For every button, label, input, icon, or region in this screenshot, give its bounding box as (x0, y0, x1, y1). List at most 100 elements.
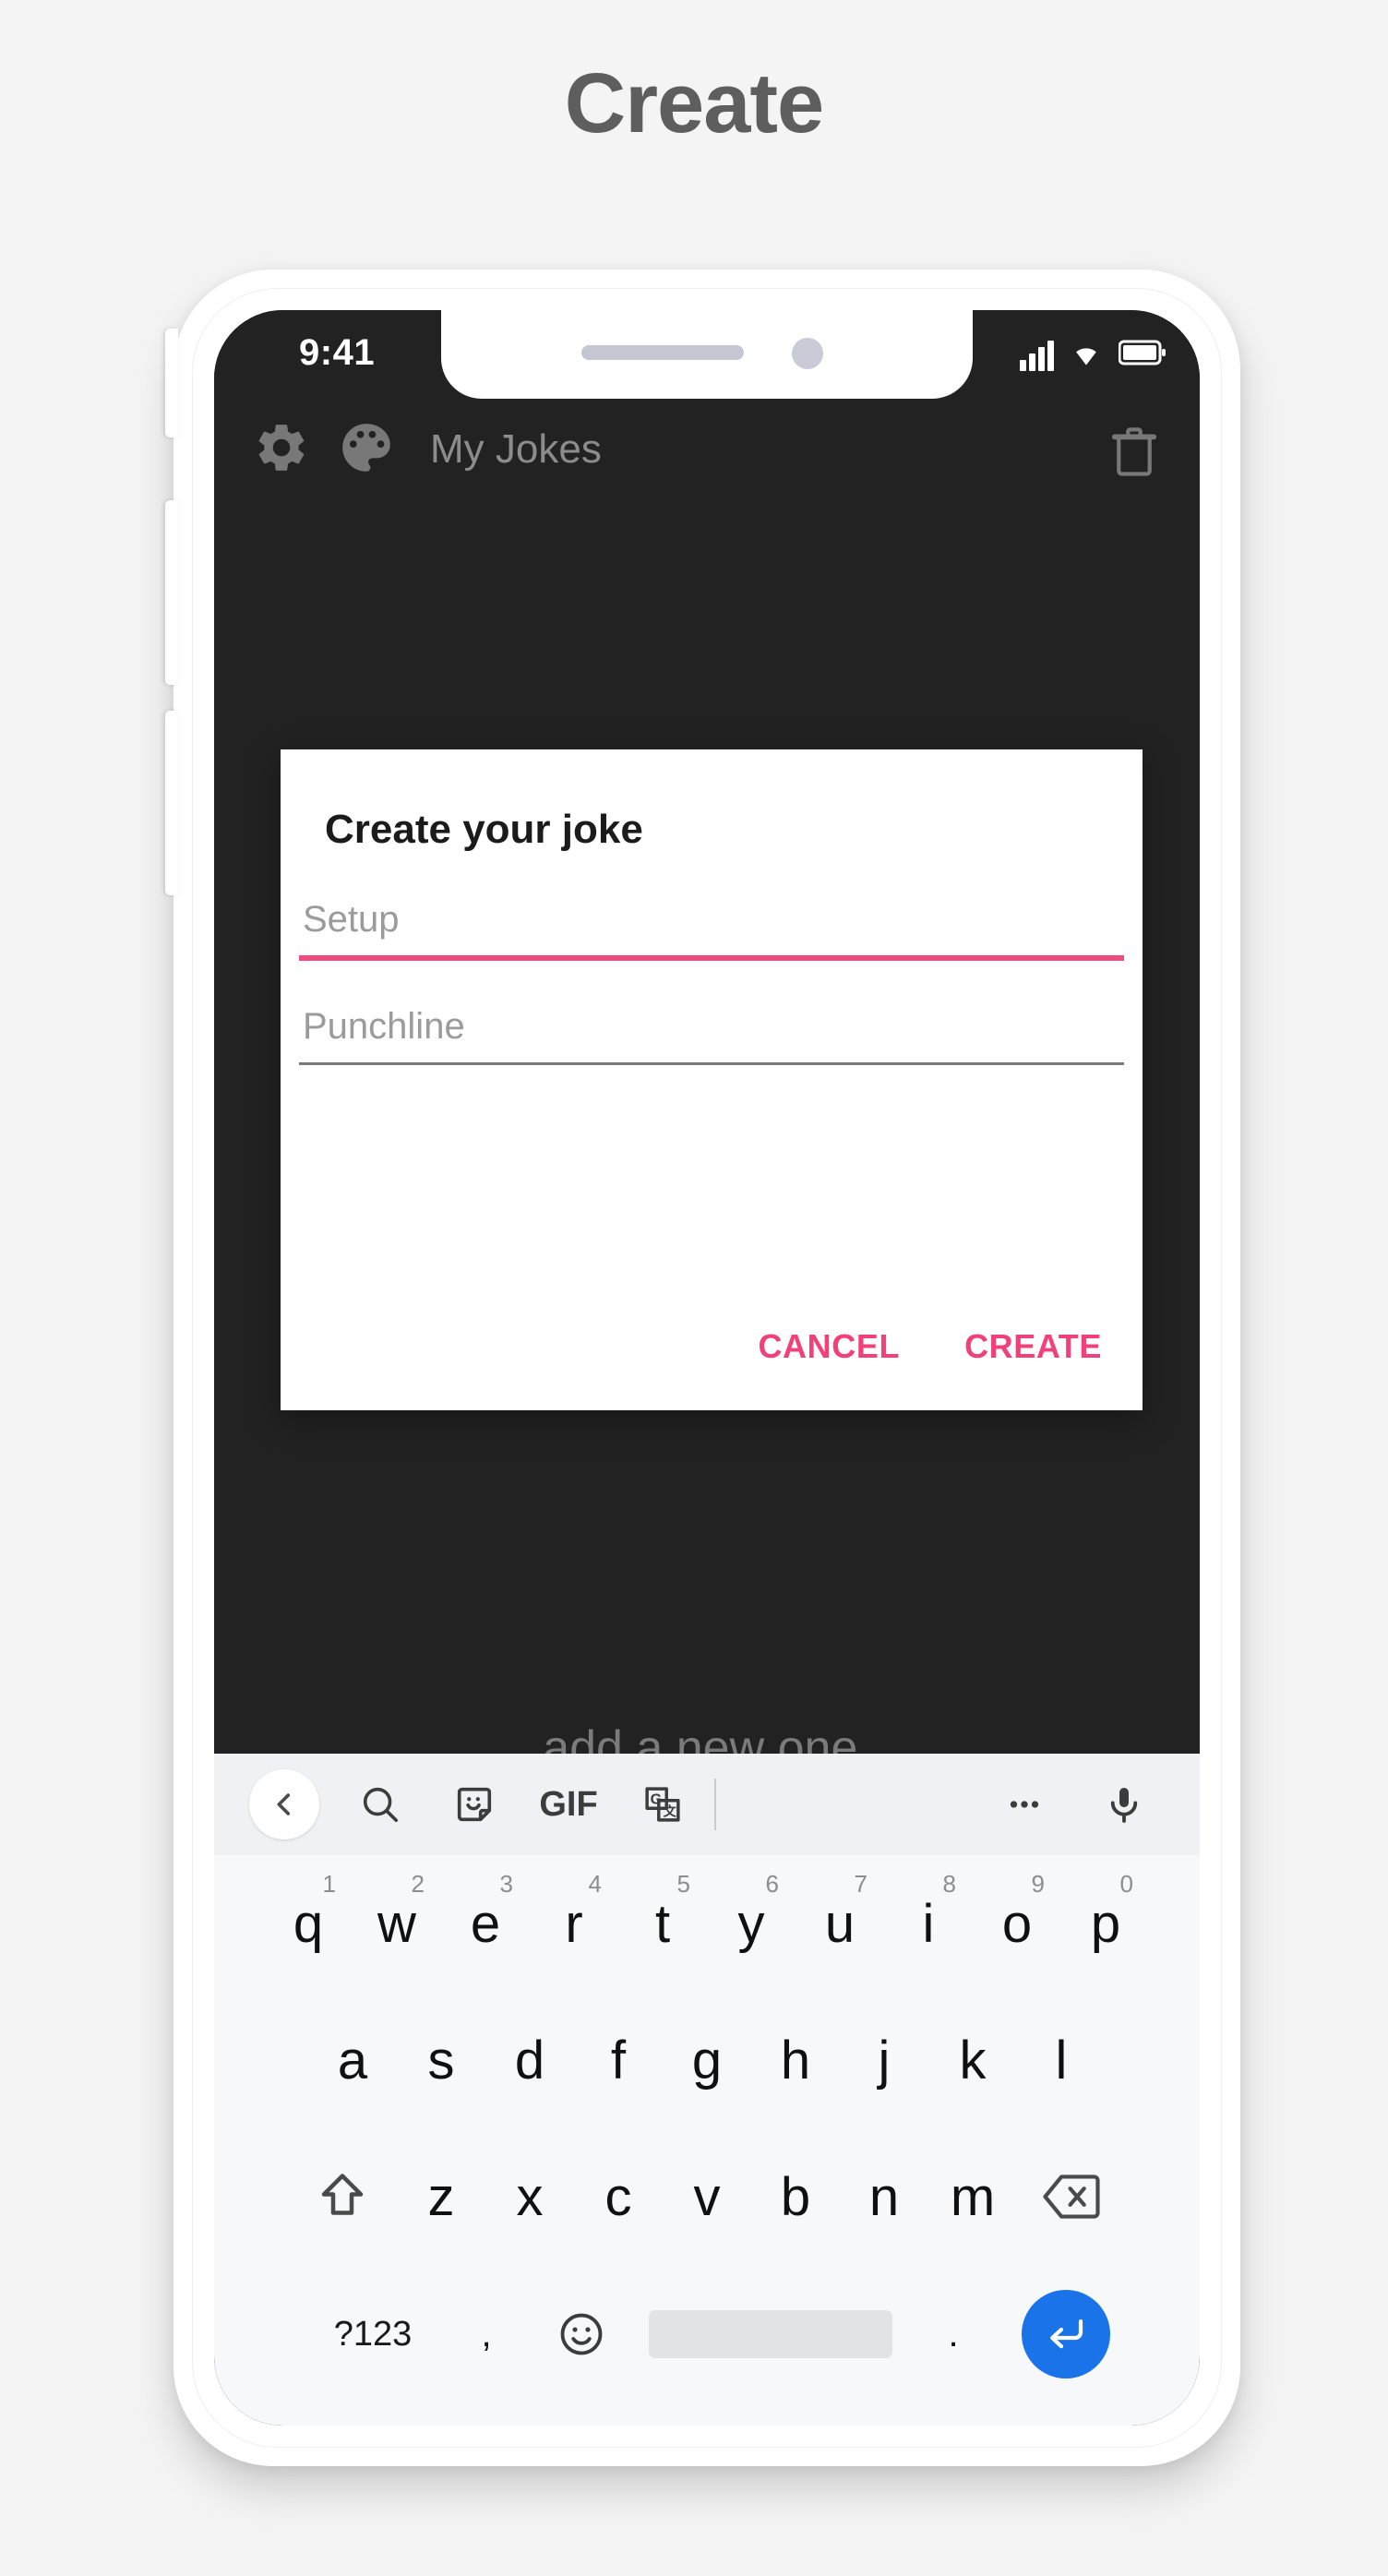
microphone-icon[interactable] (1083, 1769, 1165, 1839)
key-r-label: r (565, 1893, 583, 1954)
app-bar-title: My Jokes (430, 426, 602, 472)
key-e-label: e (470, 1893, 501, 1954)
key-i[interactable]: 8i (884, 1864, 973, 1983)
key-a[interactable]: a (308, 2001, 397, 2119)
gear-icon[interactable] (253, 419, 310, 481)
key-p-number: 0 (1119, 1870, 1133, 1898)
keyboard-row-bottom: ?123 , . (214, 2265, 1200, 2403)
comma-key[interactable]: , (442, 2314, 531, 2355)
emoji-icon[interactable] (531, 2309, 632, 2359)
key-r-number: 4 (588, 1870, 602, 1898)
key-b[interactable]: b (751, 2138, 840, 2256)
key-x[interactable]: x (485, 2138, 574, 2256)
app-bar: My Jokes (214, 401, 1200, 498)
signal-icon (1020, 340, 1054, 371)
volume-down-button[interactable] (165, 711, 178, 895)
search-icon[interactable] (340, 1769, 421, 1839)
translate-icon[interactable]: G 文 (622, 1769, 703, 1839)
key-t[interactable]: 5t (618, 1864, 707, 1983)
key-m[interactable]: m (928, 2138, 1017, 2256)
phone-screen: 9:41 My Jokes add a new one. Create your… (214, 310, 1200, 2426)
gif-icon[interactable]: GIF (528, 1769, 609, 1839)
period-key[interactable]: . (909, 2314, 998, 2355)
setup-field-underline (299, 955, 1124, 961)
punchline-field[interactable]: Punchline (299, 1006, 1124, 1065)
key-v[interactable]: v (663, 2138, 751, 2256)
key-w-label: w (377, 1893, 416, 1954)
silent-switch-button[interactable] (165, 329, 178, 437)
create-joke-dialog: Create your joke Setup Punchline CANCEL … (281, 749, 1143, 1410)
key-z[interactable]: z (397, 2138, 485, 2256)
key-o-label: o (1001, 1893, 1033, 1954)
earpiece-speaker (581, 345, 744, 360)
palette-icon[interactable] (338, 419, 395, 481)
toolbar-divider (714, 1779, 716, 1830)
key-y-number: 6 (765, 1870, 779, 1898)
key-j[interactable]: j (840, 2001, 928, 2119)
wifi-icon (1069, 338, 1104, 372)
setup-field[interactable]: Setup (299, 899, 1124, 961)
key-l[interactable]: l (1017, 2001, 1106, 2119)
key-s[interactable]: s (397, 2001, 485, 2119)
key-w[interactable]: 2w (353, 1864, 441, 1983)
key-u-label: u (824, 1893, 856, 1954)
volume-up-button[interactable] (165, 500, 178, 685)
key-t-label: t (654, 1893, 671, 1954)
key-y-label: y (737, 1893, 765, 1954)
backspace-icon[interactable] (1017, 2172, 1126, 2222)
cancel-button[interactable]: CANCEL (741, 1314, 916, 1379)
key-q-label: q (293, 1893, 324, 1954)
key-i-label: i (922, 1893, 935, 1954)
back-chevron-icon[interactable] (249, 1769, 319, 1839)
key-u-number: 7 (854, 1870, 868, 1898)
status-icons (1020, 338, 1167, 372)
notch (441, 310, 973, 399)
key-f[interactable]: f (574, 2001, 663, 2119)
trash-icon[interactable] (1109, 425, 1159, 483)
punchline-field-underline (299, 1062, 1124, 1065)
key-q[interactable]: 1q (264, 1864, 353, 1983)
space-key[interactable] (649, 2310, 892, 2358)
key-w-number: 2 (411, 1870, 425, 1898)
keyboard-row-lower: z x c v b n m (214, 2128, 1200, 2265)
key-p-label: p (1090, 1893, 1121, 1954)
sticker-icon[interactable] (434, 1769, 515, 1839)
shift-icon[interactable] (288, 2169, 397, 2224)
more-icon[interactable] (984, 1769, 1065, 1839)
key-g[interactable]: g (663, 2001, 751, 2119)
svg-text:G: G (651, 1791, 663, 1808)
symbols-key[interactable]: ?123 (304, 2315, 442, 2354)
key-e[interactable]: 3e (441, 1864, 530, 1983)
status-time: 9:41 (299, 332, 376, 373)
dialog-actions: CANCEL CREATE (741, 1314, 1119, 1379)
key-c[interactable]: c (574, 2138, 663, 2256)
key-n[interactable]: n (840, 2138, 928, 2256)
status-bar: 9:41 (214, 310, 1200, 401)
key-h[interactable]: h (751, 2001, 840, 2119)
battery-icon (1118, 339, 1167, 371)
key-k[interactable]: k (928, 2001, 1017, 2119)
key-i-number: 8 (942, 1870, 956, 1898)
key-e-number: 3 (499, 1870, 513, 1898)
front-camera-icon (792, 338, 823, 369)
key-u[interactable]: 7u (796, 1864, 884, 1983)
key-d[interactable]: d (485, 2001, 574, 2119)
svg-text:文: 文 (664, 1804, 677, 1820)
keyboard-toolbar: GIF G 文 (214, 1754, 1200, 1855)
key-o-number: 9 (1031, 1870, 1045, 1898)
keyboard-row-middle: a s d f g h j k l (214, 1992, 1200, 2128)
key-r[interactable]: 4r (530, 1864, 618, 1983)
keyboard-row-top: 1q 2w 3e 4r 5t 6y 7u 8i 9o 0p (214, 1855, 1200, 1992)
key-p[interactable]: 0p (1061, 1864, 1150, 1983)
key-o[interactable]: 9o (973, 1864, 1061, 1983)
dialog-title: Create your joke (325, 807, 643, 852)
key-t-number: 5 (676, 1870, 690, 1898)
page-title: Create (564, 56, 824, 150)
setup-field-label: Setup (303, 899, 400, 940)
punchline-field-label: Punchline (303, 1006, 465, 1047)
on-screen-keyboard: GIF G 文 1 q 2 w 3 e 4 r 5 t 6 y 7 u 8 i … (214, 1754, 1200, 2426)
create-button[interactable]: CREATE (948, 1314, 1119, 1379)
key-y[interactable]: 6y (707, 1864, 796, 1983)
key-q-number: 1 (322, 1870, 336, 1898)
enter-icon[interactable] (1022, 2290, 1110, 2378)
